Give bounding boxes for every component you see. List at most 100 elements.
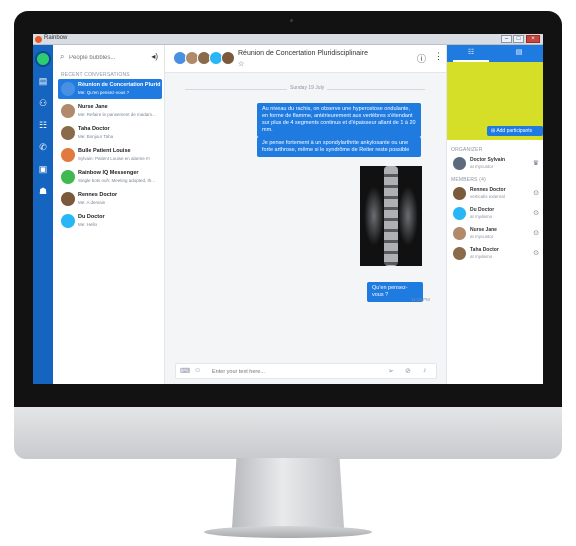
calls-icon[interactable]: ✆ xyxy=(37,141,49,153)
xray-shadow xyxy=(364,186,384,246)
monitor-foot xyxy=(204,526,372,538)
conversation-preview: Me: A demain xyxy=(78,200,106,205)
info-tabs: ☷ ▤ xyxy=(447,45,543,62)
member-status: at mycustor xyxy=(470,234,494,239)
search-bar: ⌕ ◂) xyxy=(57,51,161,65)
conversation-item[interactable]: Du Doctor Me: Hello xyxy=(58,211,162,231)
conversation-name: Du Doctor xyxy=(78,214,105,220)
member-status: at mycustor xyxy=(470,164,494,169)
xray-image[interactable] xyxy=(360,166,422,266)
chat-title: Réunion de Concertation Pluridisciplinai… xyxy=(238,50,368,57)
contacts-icon[interactable]: ☷ xyxy=(37,119,49,131)
conversation-name: Nurse Jane xyxy=(78,104,108,110)
conversation-preview: Me: Bonjour Taha xyxy=(78,134,114,139)
window-titlebar: Rainbow – □ × xyxy=(33,34,543,45)
send-icon[interactable]: ➢ xyxy=(388,367,394,375)
member-name: Du Doctor xyxy=(470,207,495,213)
date-label: Sunday 19 July xyxy=(287,85,328,91)
member-options-icon[interactable]: ⊙ xyxy=(533,209,539,217)
avatar xyxy=(61,192,75,206)
member-name: Doctor Sylvain xyxy=(470,157,506,163)
avatar xyxy=(61,214,75,228)
monitor-stand xyxy=(232,458,344,528)
info-panel: ☷ ▤ ⊞ Add participants ORGANIZER Doctor … xyxy=(446,45,543,384)
chat-area: Réunion de Concertation Pluridisciplinai… xyxy=(165,45,446,384)
app-window: Rainbow – □ × ▤ ⚇ ☷ ✆ ▣ ☗ ⌕ ◂) RECENT CO… xyxy=(33,34,543,384)
files-icon[interactable]: ▣ xyxy=(37,163,49,175)
organizer-label: ORGANIZER xyxy=(451,147,483,153)
conversation-item[interactable]: Réunion de Concertation Plurid Me: Qu'en … xyxy=(58,79,162,99)
avatar xyxy=(453,187,466,200)
emoji-icon[interactable]: ☺ xyxy=(194,367,201,374)
bubbles-icon[interactable]: ⚇ xyxy=(37,97,49,109)
xray-shadow xyxy=(398,186,418,246)
conversation-item[interactable]: Bulle Patient Louise Sylvain: Patient Lou… xyxy=(58,145,162,165)
member-options-icon[interactable]: ⊙ xyxy=(533,249,539,257)
member-name: Taha Doctor xyxy=(470,247,499,253)
microphone-icon[interactable]: ♪ xyxy=(423,367,427,374)
member-item[interactable]: Du Doctor at mydemo ⊙ xyxy=(451,205,541,223)
member-options-icon[interactable]: ⊙ xyxy=(533,189,539,197)
conversation-name: Bulle Patient Louise xyxy=(78,148,131,154)
conversations-panel: ⌕ ◂) RECENT CONVERSATIONS Réunion de Con… xyxy=(53,45,165,384)
chat-header: Réunion de Concertation Pluridisciplinai… xyxy=(165,45,446,73)
tab-participants[interactable]: ☷ xyxy=(447,48,495,56)
member-options-icon[interactable]: ⊙ xyxy=(533,229,539,237)
avatar xyxy=(453,207,466,220)
member-item[interactable]: Taha Doctor at mydemo ⊙ xyxy=(451,245,541,263)
member-item[interactable]: Rennes Doctor verticalis external ⊙ xyxy=(451,185,541,203)
info-icon[interactable]: ⓘ xyxy=(417,52,426,65)
window-title: Rainbow xyxy=(44,35,68,41)
add-participants-label: Add participants xyxy=(496,128,533,134)
rainbow-logo-icon xyxy=(35,36,42,43)
conversation-preview: Me: Refaire le pansement de madam... xyxy=(78,112,156,117)
avatar xyxy=(61,170,75,184)
conversation-name: Rainbow IQ Messenger xyxy=(78,170,139,176)
member-name: Rennes Doctor xyxy=(470,187,506,193)
avatar xyxy=(61,82,75,96)
more-icon[interactable]: ⋮ xyxy=(434,51,443,62)
tab-files[interactable]: ▤ xyxy=(495,48,543,56)
conversation-name: Rennes Doctor xyxy=(78,192,118,198)
conversation-item[interactable]: Rennes Doctor Me: A demain xyxy=(58,189,162,209)
minimize-icon[interactable]: – xyxy=(501,35,512,43)
organizer-item[interactable]: Doctor Sylvain at mycustor ♛ xyxy=(451,155,541,173)
xray-spine xyxy=(384,166,398,266)
message-bubble: Au niveau du rachis, on observe une hype… xyxy=(257,103,421,137)
conversation-item[interactable]: Nurse Jane Me: Refaire le pansement de ma… xyxy=(58,101,162,121)
speaker-icon[interactable]: ◂) xyxy=(151,52,158,61)
attach-icon[interactable]: ⊘ xyxy=(405,367,411,375)
avatar xyxy=(61,104,75,118)
members-label: MEMBERS (4) xyxy=(451,177,486,183)
conversation-preview: Me: Qu'en pensez-vous ? xyxy=(78,90,130,95)
member-status: verticalis external xyxy=(470,194,505,199)
conversation-preview: Sylvain: Patient Louise en alarme !!! xyxy=(78,156,150,161)
conversation-item[interactable]: Rainbow IQ Messenger Single bots nuh: Mee… xyxy=(58,167,162,187)
star-icon[interactable]: ☆ xyxy=(238,60,244,68)
keyboard-icon[interactable]: ⌨ xyxy=(180,367,190,375)
avatar xyxy=(61,126,75,140)
conversations-icon[interactable]: ▤ xyxy=(37,75,49,87)
member-item[interactable]: Nurse Jane at mycustor ⊙ xyxy=(451,225,541,243)
search-input[interactable] xyxy=(69,52,139,63)
message-composer: ⌨ ☺ ➢ ⊘ ♪ xyxy=(175,363,437,379)
conversation-preview: Single bots nuh: Meeting adopted, th... xyxy=(78,178,156,183)
bubble-banner: ⊞ Add participants xyxy=(447,62,543,140)
monitor-camera xyxy=(290,19,293,22)
channels-icon[interactable]: ☗ xyxy=(37,185,49,197)
participant-avatar xyxy=(221,51,235,65)
conversation-item[interactable]: Taha Doctor Me: Bonjour Taha xyxy=(58,123,162,143)
message-bubble: Je pense fortement à un spondylarthrite … xyxy=(257,137,421,157)
member-status: at mydemo xyxy=(470,214,493,219)
message-input[interactable] xyxy=(212,367,362,376)
maximize-icon[interactable]: □ xyxy=(513,35,524,43)
avatar xyxy=(61,148,75,162)
message-timestamp: 11:13 PM xyxy=(411,297,430,302)
nav-rail: ▤ ⚇ ☷ ✆ ▣ ☗ xyxy=(33,45,53,384)
avatar xyxy=(453,157,466,170)
add-participants-button[interactable]: ⊞ Add participants xyxy=(487,126,543,136)
monitor-chin xyxy=(14,407,562,459)
close-icon[interactable]: × xyxy=(526,35,540,43)
conversation-name: Taha Doctor xyxy=(78,126,110,132)
my-avatar[interactable] xyxy=(35,51,51,67)
